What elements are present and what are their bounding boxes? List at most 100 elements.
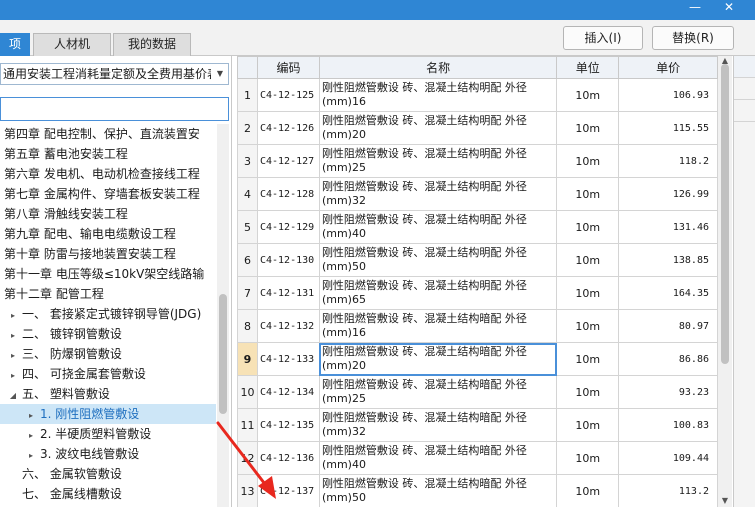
header-code[interactable]: 编码 [256, 56, 320, 79]
table-row[interactable]: 9 C4-12-133 刚性阻燃管敷设 砖、混凝土结构暗配 外径(mm)20 10m 8… [237, 342, 718, 376]
tree-node[interactable]: ▸ 1. 刚性阻燃管敷设 [0, 404, 216, 424]
row-unit[interactable]: 10m [556, 78, 620, 112]
row-price[interactable]: 115.55 [618, 111, 718, 145]
triangle-down-icon[interactable]: ◢ [8, 386, 18, 404]
row-unit[interactable]: 10m [556, 177, 620, 211]
table-row[interactable]: 8 C4-12-132 刚性阻燃管敷设 砖、混凝土结构暗配 外径(mm)16 10m 8… [237, 309, 718, 343]
table-row[interactable]: 6 C4-12-130 刚性阻燃管敷设 砖、混凝土结构明配 外径(mm)50 10m 1… [237, 243, 718, 277]
row-price[interactable]: 138.85 [618, 243, 718, 277]
row-code[interactable]: C4-12-131 [256, 276, 320, 310]
table-row[interactable]: 2 C4-12-126 刚性阻燃管敷设 砖、混凝土结构明配 外径(mm)20 10m 1… [237, 111, 718, 145]
row-name[interactable]: 刚性阻燃管敷设 砖、混凝土结构明配 外径(mm)50 [318, 243, 558, 277]
row-index[interactable]: 9 [237, 342, 258, 376]
row-name[interactable]: 刚性阻燃管敷设 砖、混凝土结构明配 外径(mm)20 [318, 111, 558, 145]
row-index[interactable]: 1 [237, 78, 258, 112]
row-code[interactable]: C4-12-134 [256, 375, 320, 409]
tree-node[interactable]: 第十二章 配管工程 [0, 284, 216, 304]
tree-node[interactable]: 第七章 金属构件、穿墙套板安装工程 [0, 184, 216, 204]
header-price[interactable]: 单价 [618, 56, 718, 79]
row-price[interactable]: 113.2 [618, 474, 718, 507]
scroll-down-icon[interactable]: ▼ [718, 496, 732, 506]
grid-scrollbar-thumb[interactable] [721, 64, 729, 364]
row-name[interactable]: 刚性阻燃管敷设 砖、混凝土结构暗配 外径(mm)25 [318, 375, 558, 409]
table-row[interactable]: 1 C4-12-125 刚性阻燃管敷设 砖、混凝土结构明配 外径(mm)16 10m 1… [237, 78, 718, 112]
row-unit[interactable]: 10m [556, 210, 620, 244]
row-price[interactable]: 86.86 [618, 342, 718, 376]
search-input[interactable] [0, 97, 229, 121]
tree-node[interactable]: ▸ 二、 镀锌钢管敷设 [0, 324, 216, 344]
row-code[interactable]: C4-12-130 [256, 243, 320, 277]
minimize-icon[interactable]: — [684, 0, 706, 18]
row-name[interactable]: 刚性阻燃管敷设 砖、混凝土结构明配 外径(mm)16 [318, 78, 558, 112]
table-row[interactable]: 13 C4-12-137 刚性阻燃管敷设 砖、混凝土结构暗配 外径(mm)50 10m… [237, 474, 718, 507]
insert-button[interactable]: 插入(I) [563, 26, 643, 50]
tree-node[interactable]: ▸ 3. 波纹电线管敷设 [0, 444, 216, 464]
triangle-right-icon[interactable]: ▸ [8, 326, 18, 344]
triangle-right-icon[interactable]: ▸ [26, 446, 36, 464]
row-code[interactable]: C4-12-129 [256, 210, 320, 244]
triangle-right-icon[interactable]: ▸ [8, 306, 18, 324]
row-code[interactable]: C4-12-132 [256, 309, 320, 343]
row-code[interactable]: C4-12-128 [256, 177, 320, 211]
row-unit[interactable]: 10m [556, 276, 620, 310]
row-code[interactable]: C4-12-133 [256, 342, 320, 376]
tree-node[interactable]: 第四章 配电控制、保护、直流装置安 [0, 124, 216, 144]
tree-scrollbar-thumb[interactable] [219, 294, 227, 414]
row-price[interactable]: 118.2 [618, 144, 718, 178]
row-unit[interactable]: 10m [556, 375, 620, 409]
row-name[interactable]: 刚性阻燃管敷设 砖、混凝土结构暗配 外径(mm)50 [318, 474, 558, 507]
row-unit[interactable]: 10m [556, 441, 620, 475]
row-price[interactable]: 106.93 [618, 78, 718, 112]
row-code[interactable]: C4-12-125 [256, 78, 320, 112]
row-name[interactable]: 刚性阻燃管敷设 砖、混凝土结构明配 外径(mm)40 [318, 210, 558, 244]
row-code[interactable]: C4-12-136 [256, 441, 320, 475]
row-code[interactable]: C4-12-137 [256, 474, 320, 507]
row-unit[interactable]: 10m [556, 474, 620, 507]
triangle-right-icon[interactable]: ▸ [26, 426, 36, 444]
replace-button[interactable]: 替换(R) [652, 26, 734, 50]
row-price[interactable]: 126.99 [618, 177, 718, 211]
tab-norms[interactable]: 项 [0, 33, 30, 56]
table-row[interactable]: 3 C4-12-127 刚性阻燃管敷设 砖、混凝土结构明配 外径(mm)25 10m 1… [237, 144, 718, 178]
table-row[interactable]: 7 C4-12-131 刚性阻燃管敷设 砖、混凝土结构明配 外径(mm)65 10m 1… [237, 276, 718, 310]
triangle-right-icon[interactable]: ▸ [8, 366, 18, 384]
grid-scrollbar[interactable]: ▲ ▼ [718, 56, 732, 507]
row-index[interactable]: 3 [237, 144, 258, 178]
row-price[interactable]: 131.46 [618, 210, 718, 244]
tree-node[interactable]: 第九章 配电、输电电缆敷设工程 [0, 224, 216, 244]
tree-node[interactable]: 六、 金属软管敷设 [0, 464, 216, 484]
library-select[interactable]: 通用安装工程消耗量定额及全费用基价表 ▼ [0, 63, 229, 85]
tab-my-data[interactable]: 我的数据 [113, 33, 191, 56]
row-unit[interactable]: 10m [556, 144, 620, 178]
row-code[interactable]: C4-12-127 [256, 144, 320, 178]
close-icon[interactable]: ✕ [718, 0, 740, 18]
row-price[interactable]: 80.97 [618, 309, 718, 343]
tree-node[interactable]: ◢ 五、 塑料管敷设 [0, 384, 216, 404]
table-row[interactable]: 12 C4-12-136 刚性阻燃管敷设 砖、混凝土结构暗配 外径(mm)40 10m… [237, 441, 718, 475]
table-row[interactable]: 11 C4-12-135 刚性阻燃管敷设 砖、混凝土结构暗配 外径(mm)32 10m… [237, 408, 718, 442]
tree-node[interactable]: 七、 金属线槽敷设 [0, 484, 216, 504]
row-name[interactable]: 刚性阻燃管敷设 砖、混凝土结构明配 外径(mm)65 [318, 276, 558, 310]
row-name[interactable]: 刚性阻燃管敷设 砖、混凝土结构暗配 外径(mm)20 [318, 342, 558, 376]
tree-node[interactable]: 第十章 防雷与接地装置安装工程 [0, 244, 216, 264]
row-name[interactable]: 刚性阻燃管敷设 砖、混凝土结构暗配 外径(mm)32 [318, 408, 558, 442]
triangle-right-icon[interactable]: ▸ [8, 346, 18, 364]
header-name[interactable]: 名称 [318, 56, 558, 79]
row-name[interactable]: 刚性阻燃管敷设 砖、混凝土结构暗配 外径(mm)16 [318, 309, 558, 343]
tree-node[interactable]: ▸ 一、 套接紧定式镀锌钢导管(JDG) [0, 304, 216, 324]
table-row[interactable]: 4 C4-12-128 刚性阻燃管敷设 砖、混凝土结构明配 外径(mm)32 10m 1… [237, 177, 718, 211]
tree-node[interactable]: 第八章 滑触线安装工程 [0, 204, 216, 224]
header-unit[interactable]: 单位 [556, 56, 620, 79]
row-index[interactable]: 10 [237, 375, 258, 409]
row-code[interactable]: C4-12-135 [256, 408, 320, 442]
row-index[interactable]: 11 [237, 408, 258, 442]
row-name[interactable]: 刚性阻燃管敷设 砖、混凝土结构明配 外径(mm)25 [318, 144, 558, 178]
row-unit[interactable]: 10m [556, 243, 620, 277]
row-index[interactable]: 13 [237, 474, 258, 507]
row-price[interactable]: 164.35 [618, 276, 718, 310]
tree-node[interactable]: ▸ 三、 防爆钢管敷设 [0, 344, 216, 364]
row-index[interactable]: 12 [237, 441, 258, 475]
row-unit[interactable]: 10m [556, 111, 620, 145]
row-unit[interactable]: 10m [556, 342, 620, 376]
row-index[interactable]: 2 [237, 111, 258, 145]
